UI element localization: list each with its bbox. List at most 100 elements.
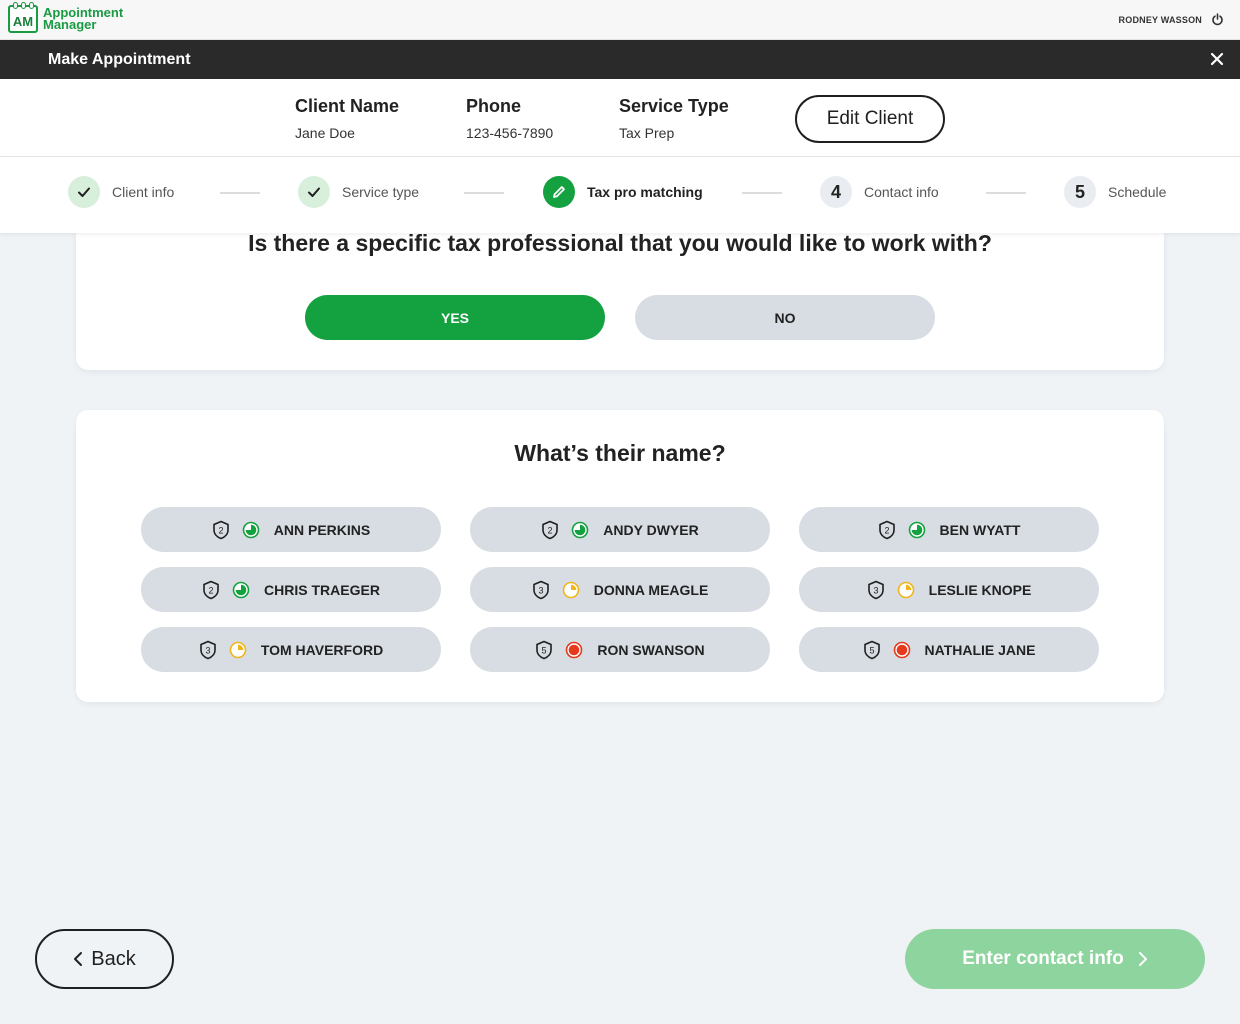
service-type-label: Service Type [619, 96, 729, 116]
shield-level-icon: 3 [532, 580, 549, 599]
level-number: 3 [873, 585, 878, 595]
step-connector [220, 192, 260, 194]
step-done-circle [298, 176, 330, 208]
tax-pro-option[interactable]: 2 ANDY DWYER [470, 507, 770, 552]
tax-pro-name: DONNA MEAGLE [593, 581, 709, 598]
step-tax-pro-matching[interactable]: Tax pro matching [543, 176, 703, 208]
back-label: Back [91, 947, 136, 970]
service-type-value: Tax Prep [619, 125, 675, 141]
logo-line-2: Manager [43, 17, 97, 32]
client-phone-field: Phone 123-456-7890 [466, 96, 553, 141]
level-number: 2 [884, 525, 889, 535]
logo-calendar-icon: AM [8, 2, 38, 33]
step-schedule[interactable]: 5 Schedule [1064, 176, 1166, 208]
power-icon[interactable] [1211, 13, 1224, 26]
logo-text: Appointment Manager [43, 6, 123, 32]
availability-icon [893, 641, 910, 658]
step-contact-info[interactable]: 4 Contact info [820, 176, 939, 208]
shield-level-icon: 5 [863, 640, 880, 659]
step-label: Client info [112, 184, 175, 200]
app-header: AM Appointment Manager RODNEY WASSON [0, 0, 1240, 40]
tax-pro-option[interactable]: 3 TOM HAVERFORD [141, 627, 441, 672]
check-icon [308, 187, 320, 197]
client-name-label: Client Name [295, 96, 400, 116]
tax-pro-name: LESLIE KNOPE [928, 581, 1032, 598]
level-number: 3 [538, 585, 543, 595]
tax-pro-name: NATHALIE JANE [924, 641, 1036, 658]
availability-icon [897, 581, 914, 598]
step-connector [464, 192, 504, 194]
step-label: Service type [342, 184, 420, 200]
pro-name-question: What’s their name? [514, 440, 726, 466]
shield-level-icon: 2 [203, 580, 219, 599]
level-number: 3 [205, 645, 210, 655]
tax-pro-name: ANDY DWYER [603, 521, 699, 538]
tax-pro-name: TOM HAVERFORD [260, 641, 384, 658]
client-phone-value: 123-456-7890 [466, 125, 554, 141]
tax-pro-name: BEN WYATT [939, 521, 1021, 538]
client-summary: Client Name Jane Doe Phone 123-456-7890 … [0, 79, 1240, 157]
level-number: 2 [548, 525, 553, 535]
pro-name-card: What’s their name? 2 ANN PERKINS 2 ANDY DWY… [76, 410, 1164, 702]
user-menu: RODNEY WASSON [1119, 13, 1224, 26]
tax-pro-name: CHRIS TRAEGER [264, 581, 380, 598]
tax-pro-option[interactable]: 2 ANN PERKINS [141, 507, 441, 552]
enter-contact-info-button[interactable]: Enter contact info [905, 929, 1205, 989]
shield-level-icon: 5 [536, 640, 553, 659]
user-name: RODNEY WASSON [1118, 14, 1202, 25]
level-number: 5 [869, 645, 874, 655]
step-done-circle [68, 176, 100, 208]
step-client-info[interactable]: Client info [68, 176, 174, 208]
shield-level-icon: 3 [867, 580, 884, 599]
availability-icon [562, 581, 580, 598]
step-label: Contact info [864, 184, 939, 200]
specific-pro-question: Is there a specific tax professional tha… [248, 230, 992, 256]
app-logo[interactable]: AM Appointment Manager [8, 2, 123, 33]
next-label: Enter contact info [962, 948, 1124, 969]
tax-pro-option[interactable]: 5 NATHALIE JANE [799, 627, 1099, 672]
edit-client-button[interactable]: Edit Client [795, 95, 945, 143]
chevron-right-icon [1138, 952, 1147, 966]
tax-pro-option[interactable]: 5 RON SWANSON [470, 627, 770, 672]
close-icon[interactable] [1210, 52, 1224, 66]
level-number: 2 [218, 525, 223, 535]
progress-stepper: Client info Service type Tax pro matchin… [0, 157, 1240, 233]
shield-level-icon: 3 [200, 640, 216, 659]
yes-button[interactable]: YES [305, 295, 605, 340]
tax-pro-option[interactable]: 3 LESLIE KNOPE [799, 567, 1099, 612]
availability-icon [232, 581, 250, 598]
shield-level-icon: 2 [212, 520, 229, 539]
modal-titlebar: Make Appointment [0, 40, 1240, 79]
tax-pro-option[interactable]: 2 BEN WYATT [799, 507, 1099, 552]
logo-badge-text: AM [12, 14, 34, 29]
specific-pro-question-card: Is there a specific tax professional tha… [76, 220, 1164, 370]
tax-pro-option[interactable]: 2 CHRIS TRAEGER [141, 567, 441, 612]
level-number: 5 [542, 645, 547, 655]
back-button[interactable]: Back [35, 929, 174, 989]
step-label: Schedule [1108, 184, 1167, 200]
tax-pro-name: RON SWANSON [597, 641, 705, 658]
tax-pro-name: ANN PERKINS [273, 521, 371, 538]
pencil-icon [553, 186, 565, 198]
client-name-value: Jane Doe [295, 125, 355, 141]
step-connector [986, 192, 1026, 194]
step-connector [742, 192, 782, 194]
step-active-circle [543, 176, 575, 208]
check-icon [78, 187, 90, 197]
client-phone-label: Phone [466, 96, 522, 116]
shield-level-icon: 2 [542, 520, 559, 539]
no-button[interactable]: NO [635, 295, 935, 340]
chevron-left-icon [74, 952, 83, 966]
availability-icon [566, 641, 583, 658]
step-label: Tax pro matching [587, 184, 703, 200]
step-number-circle: 4 [820, 176, 852, 208]
client-name-field: Client Name Jane Doe [295, 96, 399, 141]
shield-level-icon: 2 [878, 520, 895, 539]
availability-icon [242, 521, 260, 538]
step-number-circle: 5 [1064, 176, 1096, 208]
tax-pro-option[interactable]: 3 DONNA MEAGLE [470, 567, 770, 612]
availability-icon [908, 521, 925, 538]
service-type-field: Service Type Tax Prep [619, 96, 729, 141]
step-service-type[interactable]: Service type [298, 176, 419, 208]
modal-title: Make Appointment [48, 51, 191, 68]
